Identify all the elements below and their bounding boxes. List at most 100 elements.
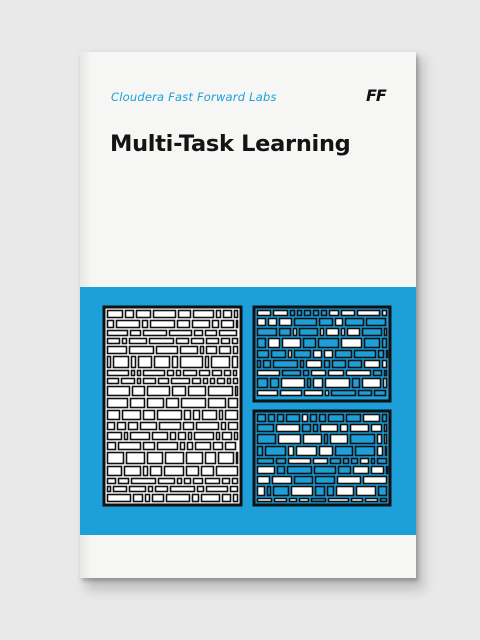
mosaic-tile — [232, 345, 239, 355]
mosaic-tile — [205, 337, 220, 345]
mosaic-tile — [200, 493, 221, 503]
mosaic-tile — [355, 485, 377, 497]
mosaic-tile — [135, 309, 152, 319]
mosaic-tile — [381, 337, 388, 349]
mosaic-tile — [170, 377, 191, 385]
mosaic-tile — [370, 423, 383, 433]
mosaic-tile — [351, 377, 361, 389]
mosaic-tile — [179, 441, 186, 451]
mosaic-tile — [256, 413, 267, 423]
mosaic-tile — [142, 409, 156, 421]
mosaic-tile — [264, 445, 287, 457]
mosaic-tile — [302, 433, 323, 445]
mosaic-tile — [327, 497, 350, 503]
mosaic-tile — [146, 451, 164, 465]
mosaic-tile — [383, 327, 388, 337]
mosaic-tile — [128, 485, 147, 493]
mosaic-tile — [232, 369, 238, 377]
mosaic-tile — [345, 369, 372, 377]
mosaic-tile — [129, 431, 151, 441]
mosaic-tile — [266, 485, 272, 497]
mosaic-tile — [176, 477, 183, 485]
mosaic-tile — [376, 433, 383, 445]
mosaic-tile — [339, 423, 349, 433]
mosaic-tile — [123, 431, 129, 441]
mosaic-tile — [128, 337, 148, 345]
mosaic-tile — [191, 377, 202, 385]
mosaic-tile — [372, 369, 383, 377]
mosaic-tile — [362, 413, 381, 423]
mosaic-tile — [235, 451, 239, 465]
mosaic-tile — [340, 327, 346, 337]
mosaic-tile — [370, 465, 385, 475]
mosaic-tile — [106, 485, 112, 493]
mosaic-tile — [220, 421, 227, 431]
mosaic-tile — [354, 445, 376, 457]
mosaic-tile — [224, 441, 237, 451]
mosaic-tile — [182, 421, 195, 431]
mosaic-tile — [381, 413, 388, 423]
mosaic-tile — [312, 377, 324, 389]
mosaic-tile — [303, 389, 324, 397]
mosaic-tile — [359, 457, 370, 465]
mosaic-tile — [363, 337, 381, 349]
mosaic-tile — [334, 317, 344, 327]
mosaic-tile — [191, 319, 211, 329]
mosaic-tile — [176, 319, 191, 329]
mosaic-tile — [130, 369, 136, 377]
mosaic-tile — [221, 431, 233, 441]
mosaic-tile — [180, 397, 207, 409]
mosaic-tile — [223, 369, 232, 377]
mosaic-tile — [229, 485, 239, 493]
mosaic-tile — [256, 317, 267, 327]
mosaic-tile — [169, 485, 196, 493]
mosaic-tile — [231, 477, 239, 485]
mosaic-tile — [221, 477, 231, 485]
mosaic-tile — [350, 457, 359, 465]
mosaic-tile — [303, 309, 312, 317]
mosaic-tile — [231, 355, 239, 369]
mosaic-tile — [117, 441, 142, 451]
mosaic-tile — [356, 309, 381, 317]
mosaic-tile — [207, 397, 227, 409]
mosaic-tile — [106, 441, 117, 451]
mosaic-tile — [376, 457, 388, 465]
mosaic-tile — [314, 475, 336, 485]
mosaic-tile — [175, 337, 190, 345]
mosaic-tile — [340, 337, 363, 349]
mosaic-tile — [192, 409, 201, 421]
mosaic-tile — [340, 309, 356, 317]
mosaic-tile — [112, 355, 130, 369]
mosaic-tile — [127, 421, 139, 431]
mosaic-large — [102, 305, 243, 507]
publisher-name: Cloudera Fast Forward Labs — [111, 90, 277, 104]
mosaic-tile — [286, 465, 313, 475]
mosaic-tile — [233, 431, 239, 441]
mosaic-tile — [306, 377, 312, 389]
mosaic-tile — [301, 413, 309, 423]
mosaic-tile — [376, 445, 384, 457]
mosaic-tile — [381, 309, 388, 317]
mosaic-tile — [256, 497, 273, 503]
mosaic-tile — [305, 359, 323, 369]
mosaic-tile — [156, 441, 179, 451]
mosaic-tile — [273, 497, 288, 503]
mosaic-tile — [270, 349, 287, 359]
mosaic-tile — [142, 329, 168, 337]
mosaic-tile — [183, 477, 192, 485]
mosaic-tile — [196, 485, 205, 493]
mosaic-tile — [323, 359, 331, 369]
mosaic-tile — [171, 355, 179, 369]
mosaic-tile — [169, 431, 177, 441]
mosaic-tile — [323, 433, 329, 445]
mosaic-tile — [276, 413, 285, 423]
mosaic-tile — [217, 451, 235, 465]
mosaic-tile — [293, 475, 314, 485]
mosaic-tile — [187, 431, 193, 441]
mosaic-tile — [320, 309, 328, 317]
mosaic-tile — [329, 433, 349, 445]
mosaic-tile — [106, 355, 112, 369]
mosaic-tile — [168, 329, 193, 337]
mosaic-tile — [120, 377, 136, 385]
mosaic-tile — [342, 457, 350, 465]
